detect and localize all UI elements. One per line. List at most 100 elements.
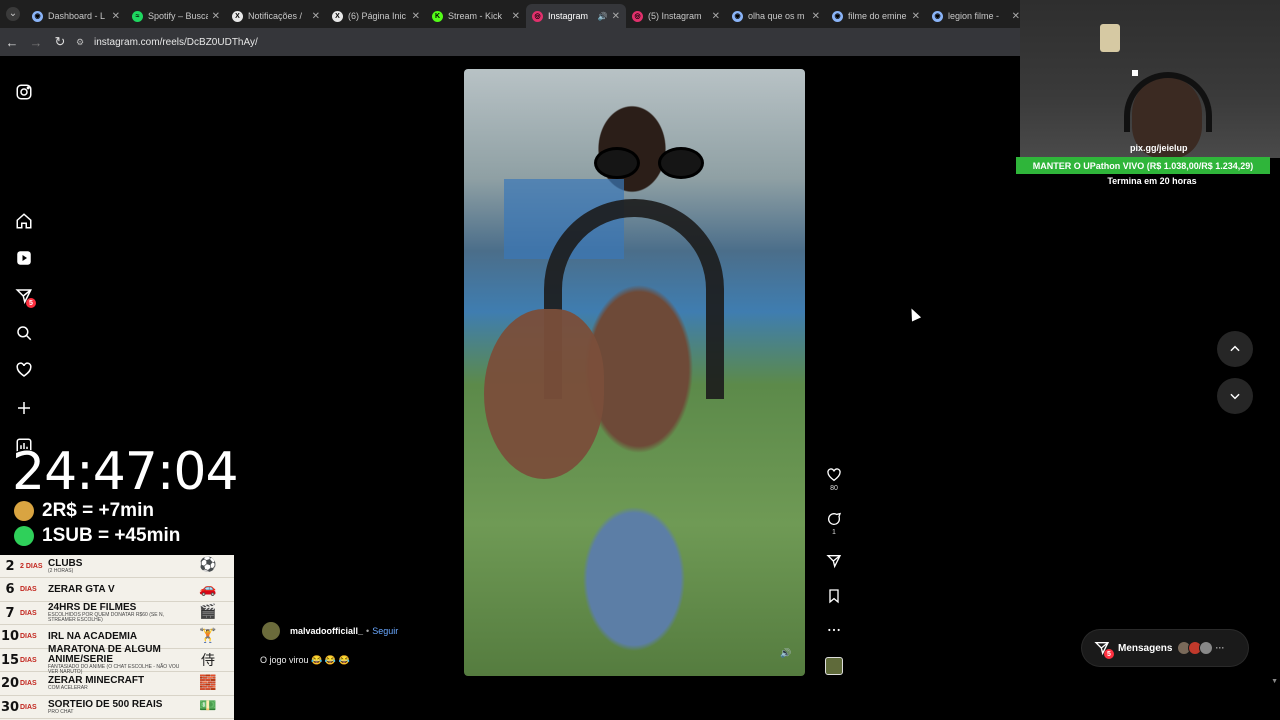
goal-days-number: 7 (5, 605, 15, 621)
close-icon[interactable]: ✕ (812, 11, 820, 22)
goal-image-icon: 🚗 (199, 579, 217, 596)
back-button[interactable]: ← (0, 28, 24, 56)
globe-icon: ◉ (732, 10, 743, 22)
more-options-button[interactable] (822, 622, 846, 638)
browser-tab[interactable]: ◉ Dashboard - L ✕ (26, 4, 126, 28)
goal-days-label: DIAS (20, 656, 37, 664)
instagram-logo-icon[interactable] (14, 82, 34, 102)
reload-icon: ↻ (54, 34, 66, 49)
address-bar[interactable]: ⚙ instagram.com/reels/DcBZ0UDThAy/ (76, 32, 258, 52)
forward-button[interactable]: → (24, 28, 48, 56)
separator: • (366, 626, 370, 636)
heart-icon[interactable] (14, 360, 34, 380)
tab-search-button[interactable]: ⌄ (0, 0, 26, 28)
goal-row: 2 2 DIAS CLUBS (2 HORAS) ⚽ (0, 555, 234, 578)
upathon-banner: MANTER O UPathon VIVO (R$ 1.038,00/R$ 1.… (1016, 157, 1270, 174)
browser-tab[interactable]: X (6) Página Inic ✕ (326, 4, 426, 28)
share-button[interactable] (822, 553, 846, 569)
x-icon: X (232, 10, 243, 22)
speaker-icon[interactable]: 🔊 (598, 12, 608, 21)
arrow-right-icon: → (29, 34, 43, 50)
comment-count: 1 (832, 529, 836, 536)
reload-button[interactable]: ↻ (48, 28, 72, 56)
reels-icon[interactable] (14, 248, 34, 268)
create-plus-icon[interactable] (14, 398, 34, 418)
close-icon[interactable]: ✕ (1012, 11, 1020, 22)
webcam-lamp (1100, 24, 1120, 52)
browser-tab[interactable]: ◉ legion filme - ✕ (926, 4, 1026, 28)
heart-icon (827, 468, 841, 482)
goal-days-number: 20 (0, 676, 20, 691)
goal-title: IRL NA ACADEMIA (48, 630, 138, 642)
goal-row: 20 DIAS ZERAR MINECRAFT COM ACELERAR 🧱 (0, 673, 234, 696)
instagram-icon: ◎ (632, 10, 643, 22)
goal-title: ZERAR GTA V (48, 583, 115, 595)
goal-row: 7 DIAS 24HRS DE FILMES ESCOLHIDOS POR QUEM … (0, 602, 234, 625)
close-icon[interactable]: ✕ (712, 11, 720, 22)
chevron-up-icon (1230, 345, 1240, 352)
close-icon[interactable]: ✕ (212, 11, 220, 22)
subathon-timer: 24:47:04 (12, 442, 239, 502)
messages-label: Mensagens (1118, 642, 1173, 654)
browser-tab[interactable]: ◉ olha que os m ✕ (726, 4, 826, 28)
arrow-left-icon: ← (5, 34, 19, 50)
audio-cover-image (825, 657, 843, 675)
close-icon[interactable]: ✕ (312, 11, 320, 22)
goal-days-label: DIAS (20, 609, 37, 617)
save-button[interactable] (822, 588, 846, 604)
close-icon[interactable]: ✕ (612, 11, 620, 22)
previous-reel-button[interactable] (1217, 331, 1253, 367)
chevron-down-icon: ⌄ (6, 7, 20, 21)
browser-tab[interactable]: ◎ (5) Instagram ✕ (626, 4, 726, 28)
close-icon[interactable]: ✕ (112, 11, 120, 22)
more-icon: ··· (1215, 643, 1225, 653)
goal-image-icon: 🏋 (199, 626, 217, 643)
direct-messages-icon[interactable]: 5 (14, 286, 36, 308)
browser-tab[interactable]: ◎ Instagram 🔊 ✕ (526, 4, 626, 28)
close-icon[interactable]: ✕ (512, 11, 520, 22)
goal-row: 6 DIAS ZERAR GTA V 🚗 (0, 579, 234, 602)
goal-row: 30 DIAS SORTEIO DE 500 REAIS PRO CHAT 💵 (0, 696, 234, 719)
site-info-icon[interactable]: ⚙ (76, 37, 90, 48)
browser-tab[interactable]: X Notificações / ✕ (226, 4, 326, 28)
goal-days-label: DIAS (20, 703, 37, 711)
avatar[interactable] (262, 622, 280, 640)
video-hand (484, 309, 604, 479)
like-button[interactable]: 80 (822, 467, 846, 492)
goal-title: CLUBS (2 HORAS) (48, 557, 83, 574)
goal-days-number: 10 (0, 629, 20, 644)
green-dot-icon (14, 526, 34, 546)
follow-button[interactable]: Seguir (372, 626, 398, 636)
browser-tab[interactable]: ≈ Spotify – Busca ✕ (126, 4, 226, 28)
scrollbar-arrow-icon[interactable]: ▼ (1271, 678, 1278, 685)
comment-icon (828, 512, 842, 525)
goal-image-icon: 💵 (199, 697, 217, 713)
search-icon[interactable] (14, 323, 34, 343)
next-reel-button[interactable] (1217, 378, 1253, 414)
goal-title: SORTEIO DE 500 REAIS PRO CHAT (48, 698, 163, 715)
message-avatars (1177, 641, 1214, 655)
reel-author: malvadoofficiall_ • Seguir (262, 622, 398, 640)
direct-icon: 5 (1094, 640, 1114, 659)
goal-image-icon: ⚽ (199, 556, 217, 572)
like-count: 80 (830, 485, 838, 492)
home-icon[interactable] (14, 211, 34, 231)
messages-badge: 5 (1104, 649, 1114, 659)
share-icon (826, 555, 842, 569)
close-icon[interactable]: ✕ (912, 11, 920, 22)
headphones-icon (1124, 72, 1212, 132)
browser-tab[interactable]: ◉ filme do emine ✕ (826, 4, 926, 28)
instagram-icon: ◎ (532, 10, 543, 22)
money-bag-icon (14, 501, 34, 521)
audio-thumbnail[interactable] (822, 657, 846, 675)
username-link[interactable]: malvadoofficiall_ (290, 626, 363, 636)
messages-button[interactable]: 5 Mensagens ··· (1082, 630, 1248, 666)
comment-button[interactable]: 1 (822, 511, 846, 536)
goal-days-number: 30 (0, 699, 20, 715)
close-icon[interactable]: ✕ (412, 11, 420, 22)
volume-icon[interactable]: 🔊 (779, 646, 793, 660)
webcam-overlay: pix.gg/jeielup (1020, 0, 1280, 158)
more-icon (828, 628, 840, 632)
browser-tab[interactable]: K Stream - Kick ✕ (426, 4, 526, 28)
reel-video[interactable]: 🔊 (464, 69, 805, 676)
